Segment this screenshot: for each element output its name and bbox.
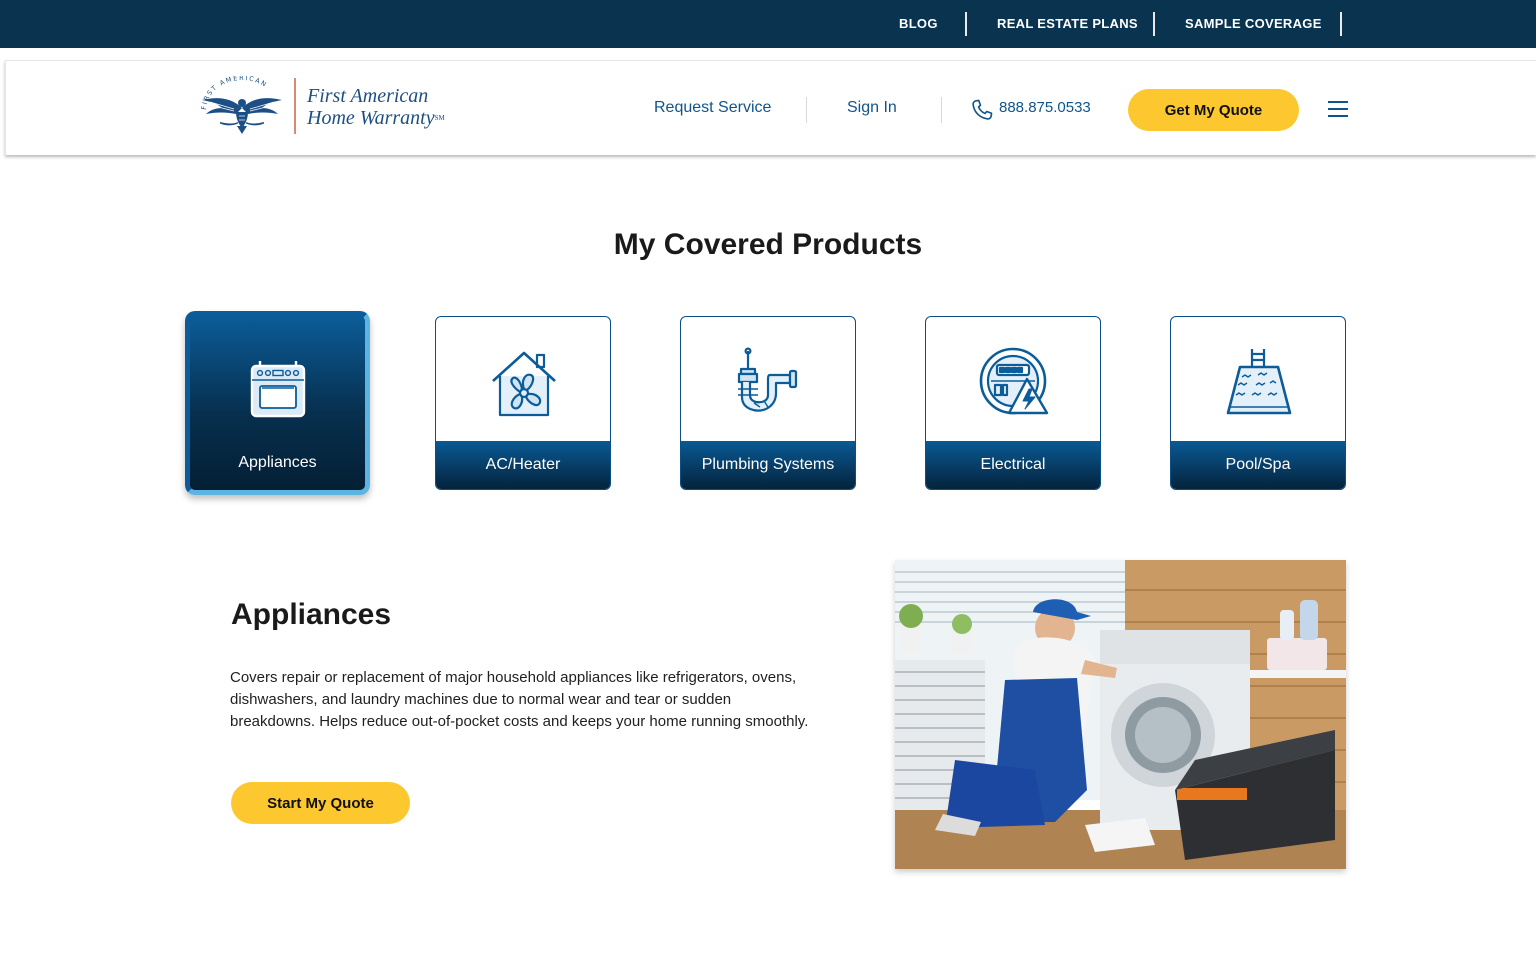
product-card-label: Electrical [926, 441, 1100, 489]
start-my-quote-button[interactable]: Start My Quote [231, 782, 410, 824]
product-card-appliances[interactable]: Appliances [185, 311, 370, 495]
product-card-electrical[interactable]: Electrical [925, 316, 1101, 490]
nav-sign-in[interactable]: Sign In [847, 99, 897, 117]
hamburger-menu-icon[interactable] [1326, 98, 1350, 120]
electric-meter-icon [979, 347, 1049, 415]
product-card-label: Pool/Spa [1171, 441, 1345, 489]
topbar-divider [965, 12, 967, 36]
pipe-icon [737, 347, 798, 412]
topbar-link-sample-coverage[interactable]: SAMPLE COVERAGE [1185, 16, 1322, 31]
get-my-quote-button[interactable]: Get My Quote [1128, 89, 1299, 131]
phone-icon[interactable] [969, 97, 995, 123]
detail-description: Covers repair or replacement of major ho… [230, 669, 809, 730]
covered-products-title: My Covered Products [613, 228, 923, 261]
topbar-divider [1340, 12, 1342, 36]
product-card-pool-spa[interactable]: Pool/Spa [1170, 316, 1346, 490]
eagle-seal-icon: FIRST AMERICAN [200, 76, 282, 134]
nav-phone-number[interactable]: 888.875.0533 [999, 99, 1091, 116]
logo-line-2: Home Warranty [307, 107, 435, 129]
product-card-label: Plumbing Systems [681, 441, 855, 489]
pool-icon [1226, 349, 1292, 415]
appliance-repair-photo [895, 560, 1346, 869]
topbar-link-blog[interactable]: BLOG [899, 16, 938, 31]
nav-divider [941, 97, 942, 123]
nav-request-service[interactable]: Request Service [654, 99, 771, 117]
nav-divider [806, 97, 807, 123]
topbar-link-real-estate-plans[interactable]: REAL ESTATE PLANS [997, 16, 1138, 31]
house-fan-icon [492, 351, 556, 417]
utility-bar: BLOG REAL ESTATE PLANS SAMPLE COVERAGE [0, 0, 1536, 48]
topbar-divider [1153, 12, 1155, 36]
product-card-label: AC/Heater [436, 441, 610, 489]
logo-service-mark: SM [434, 114, 445, 122]
logo-divider [294, 78, 296, 134]
logo-wordmark: First American Home WarrantySM [307, 85, 445, 129]
product-card-label: Appliances [238, 454, 317, 471]
oven-icon [250, 361, 306, 418]
product-card-plumbing-systems[interactable]: Plumbing Systems [680, 316, 856, 490]
detail-title: Appliances [231, 598, 392, 631]
logo-line-1: First American [307, 85, 429, 107]
product-card-ac-heater[interactable]: AC/Heater [435, 316, 611, 490]
